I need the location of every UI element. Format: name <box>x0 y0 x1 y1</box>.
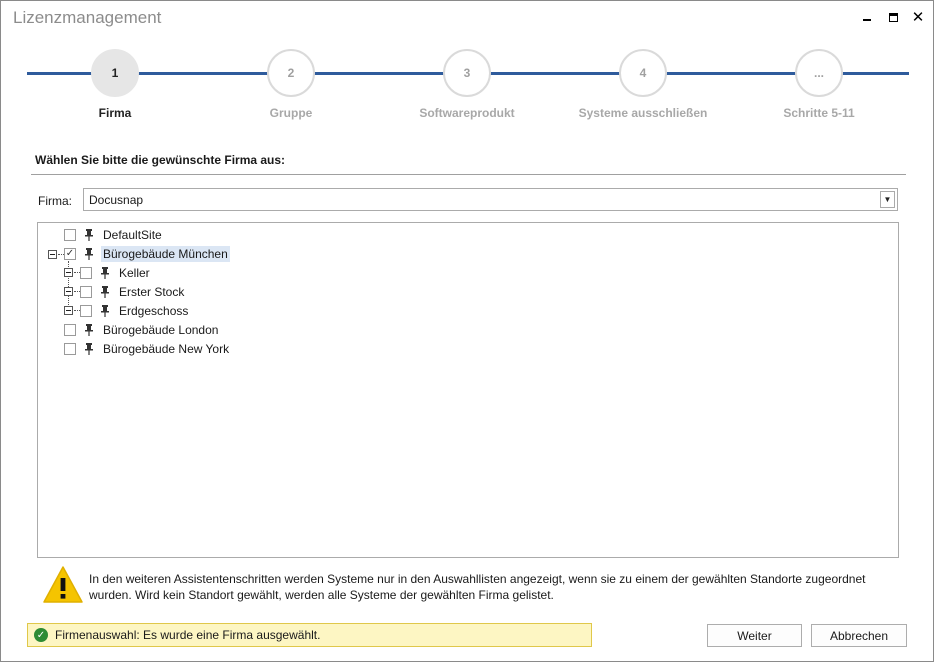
warning-message: In den weiteren Assistentenschritten wer… <box>89 572 866 602</box>
tree-node-erdgeschoss[interactable]: Erdgeschoss <box>80 302 190 320</box>
divider <box>31 174 906 175</box>
pin-icon <box>100 305 110 317</box>
pin-icon <box>84 324 94 336</box>
cancel-button[interactable]: Abbrechen <box>811 624 907 647</box>
pin-icon <box>100 267 110 279</box>
tree-node-muenchen[interactable]: ✓ Bürogebäude München <box>64 245 230 263</box>
minimize-icon <box>863 19 871 21</box>
pin-icon <box>84 343 94 355</box>
pin-icon <box>84 248 94 260</box>
warning-icon <box>42 564 84 606</box>
node-checkbox[interactable] <box>80 305 92 317</box>
tree-node-defaultsite[interactable]: DefaultSite <box>64 226 164 244</box>
step-label: Softwareprodukt <box>419 106 515 120</box>
next-button[interactable]: Weiter <box>707 624 802 647</box>
step-number: 4 <box>619 49 667 97</box>
step-schritte-5-11: ... Schritte 5-11 <box>729 49 909 120</box>
node-checkbox[interactable] <box>64 343 76 355</box>
firma-dropdown[interactable]: Docusnap ▼ <box>83 188 898 211</box>
step-label: Gruppe <box>269 106 313 120</box>
step-number: ... <box>795 49 843 97</box>
node-checkbox[interactable]: ✓ <box>64 248 76 260</box>
pin-icon <box>84 229 94 241</box>
node-label: DefaultSite <box>103 228 162 242</box>
node-checkbox[interactable] <box>64 229 76 241</box>
expand-icon[interactable] <box>64 268 73 277</box>
checkmark-icon: ✓ <box>34 628 48 642</box>
node-label: Keller <box>119 266 150 280</box>
status-message: Firmenauswahl: Es wurde eine Firma ausge… <box>55 628 321 642</box>
location-tree: DefaultSite ✓ Bürogebäude München Keller… <box>37 222 899 558</box>
dropdown-arrow-icon[interactable]: ▼ <box>880 191 895 208</box>
step-number: 3 <box>443 49 491 97</box>
pin-icon <box>100 286 110 298</box>
expand-icon[interactable] <box>64 306 73 315</box>
step-softwareprodukt: 3 Softwareprodukt <box>377 49 557 120</box>
step-firma: 1 Firma <box>25 49 205 120</box>
firma-selected-value: Docusnap <box>89 193 144 207</box>
step-gruppe: 2 Gruppe <box>201 49 381 120</box>
node-label: Bürogebäude New York <box>103 342 230 356</box>
firma-label: Firma: <box>38 194 72 208</box>
title-bar: Lizenzmanagement ✕ <box>1 1 933 35</box>
step-label: Schritte 5-11 <box>783 106 855 120</box>
collapse-icon[interactable] <box>48 250 57 259</box>
instruction-text: Wählen Sie bitte die gewünschte Firma au… <box>35 153 286 167</box>
step-number: 2 <box>267 49 315 97</box>
status-bar: ✓ Firmenauswahl: Es wurde eine Firma aus… <box>27 623 592 647</box>
minimize-button[interactable] <box>856 7 878 27</box>
node-checkbox[interactable] <box>80 267 92 279</box>
wizard-stepper: 1 Firma 2 Gruppe 3 Softwareprodukt 4 Sys… <box>1 39 933 131</box>
tree-node-erster-stock[interactable]: Erster Stock <box>80 283 186 301</box>
close-icon: ✕ <box>911 9 925 26</box>
tree-node-new-york[interactable]: Bürogebäude New York <box>64 340 231 358</box>
tree-node-keller[interactable]: Keller <box>80 264 152 282</box>
node-label: Bürogebäude London <box>103 323 219 337</box>
node-label: Erster Stock <box>119 285 185 299</box>
step-number: 1 <box>91 49 139 97</box>
step-systeme-ausschliessen: 4 Systeme ausschließen <box>553 49 733 120</box>
maximize-icon <box>888 12 898 22</box>
expand-icon[interactable] <box>64 287 73 296</box>
step-label: Firma <box>98 106 132 120</box>
step-label: Systeme ausschließen <box>578 106 708 120</box>
license-management-dialog: Lizenzmanagement ✕ 1 Firma 2 Gruppe 3 So… <box>0 0 934 662</box>
close-button[interactable]: ✕ <box>907 7 929 27</box>
node-label: Bürogebäude München <box>101 246 230 262</box>
window-title: Lizenzmanagement <box>13 8 162 27</box>
tree-node-london[interactable]: Bürogebäude London <box>64 321 220 339</box>
node-checkbox[interactable] <box>80 286 92 298</box>
node-checkbox[interactable] <box>64 324 76 336</box>
maximize-button[interactable] <box>882 7 904 27</box>
node-label: Erdgeschoss <box>119 304 189 318</box>
